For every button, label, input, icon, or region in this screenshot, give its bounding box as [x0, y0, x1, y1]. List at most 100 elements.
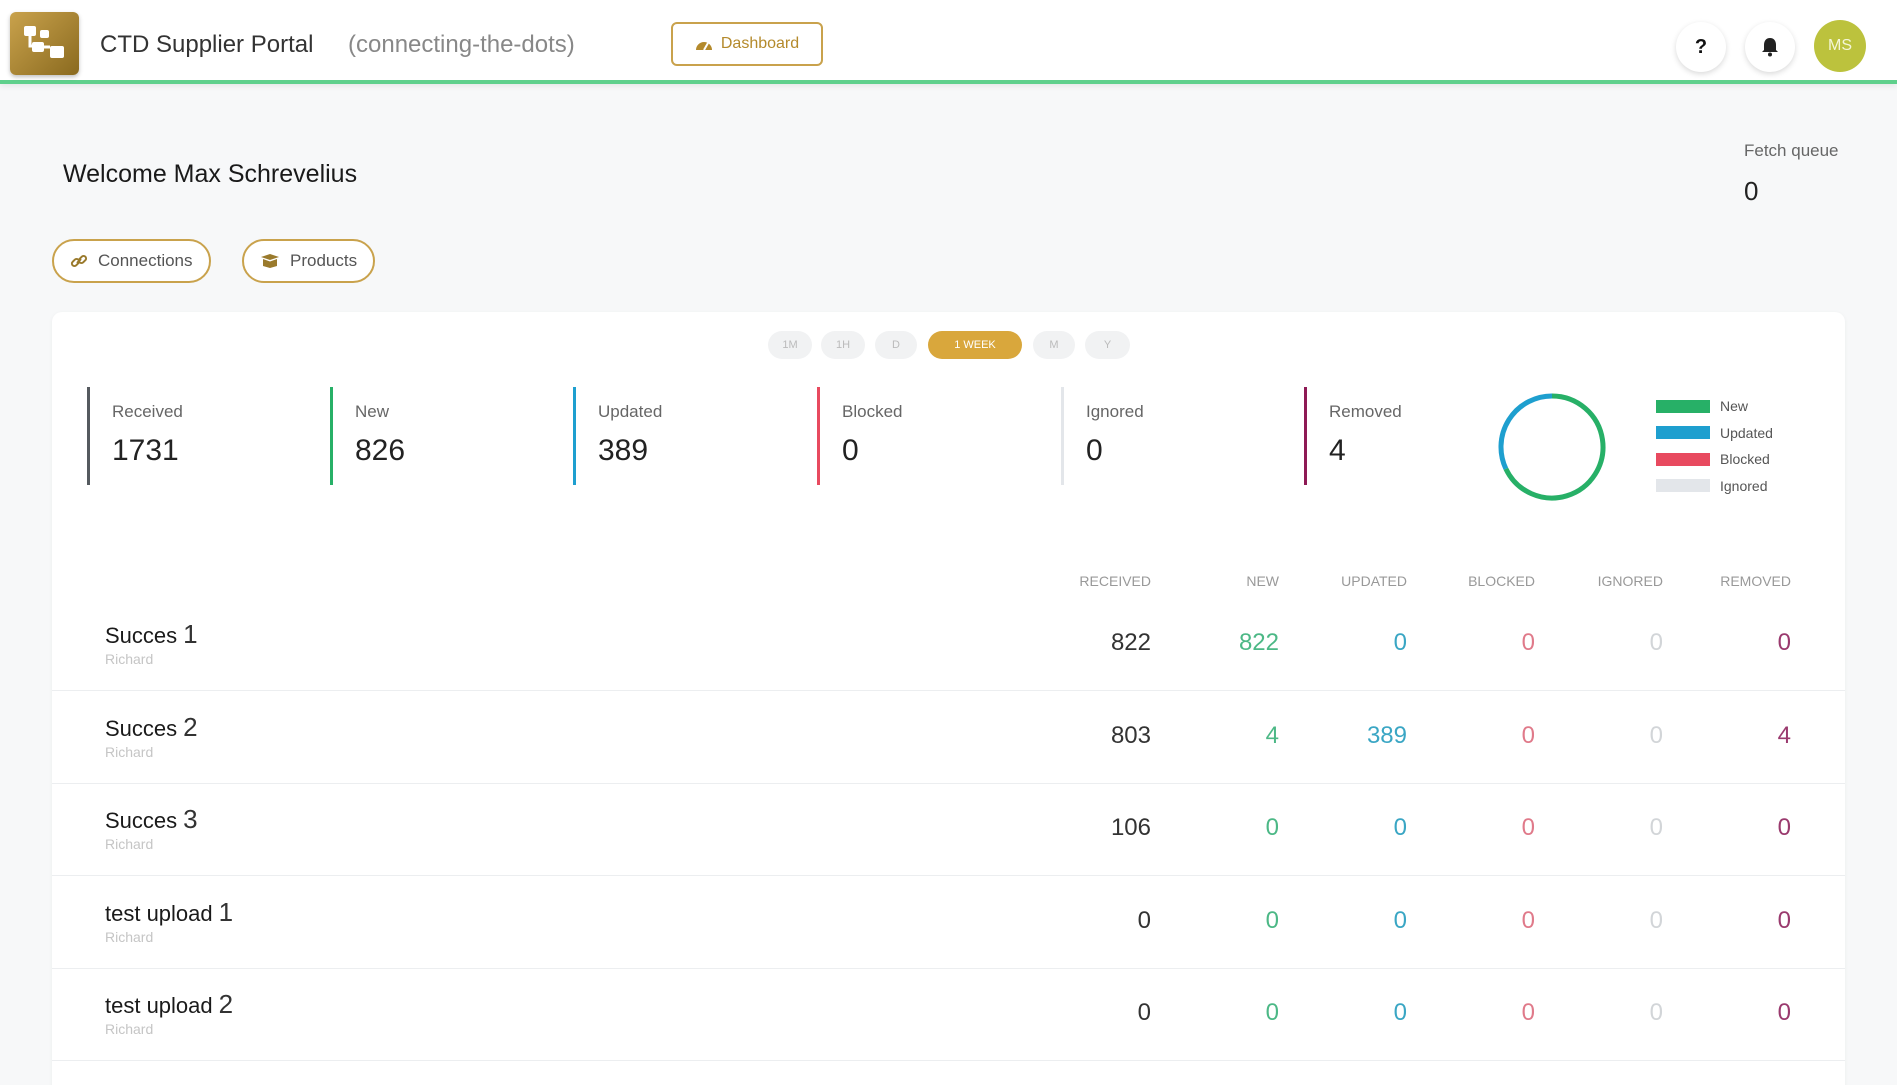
donut-segment-updated [1498, 393, 1553, 470]
column-header-new[interactable]: NEW [1159, 573, 1279, 589]
stat-label: New [355, 402, 390, 421]
cell-new: 0 [1265, 999, 1279, 1026]
row-name-number: 1 [218, 896, 234, 927]
stat-value: 4 [1329, 434, 1346, 467]
cell-updated: 0 [1393, 906, 1407, 934]
legend-item-ignored: Ignored [1656, 473, 1773, 500]
avatar[interactable]: MS [1814, 20, 1866, 72]
legend-label: Blocked [1720, 451, 1770, 468]
table-row[interactable]: test upload 2 Richard 0 0 0 0 0 0 [52, 969, 1845, 1061]
range-m[interactable]: M [1033, 331, 1075, 359]
dashboard-button[interactable]: Dashboard [671, 22, 823, 66]
logo-icon[interactable] [10, 12, 79, 75]
dashboard-label: Dashboard [720, 35, 800, 52]
cell-removed: 0 [1777, 814, 1791, 841]
range-y[interactable]: Y [1085, 331, 1130, 359]
column-header-blocked[interactable]: BLOCKED [1415, 573, 1535, 589]
column-header-ignored[interactable]: IGNORED [1543, 573, 1663, 589]
stat-value: 0 [1086, 434, 1103, 467]
row-owner: Richard [105, 836, 154, 852]
cell-new: 822 [1238, 629, 1279, 656]
table-row[interactable]: Succes 1 Richard 822 822 0 0 0 0 [52, 599, 1845, 691]
cell-updated: 0 [1393, 999, 1407, 1026]
table-row[interactable]: Succes 3 Richard 106 0 0 0 0 0 [52, 784, 1845, 876]
row-name-number: 2 [183, 711, 198, 742]
cell-ignored: 0 [1649, 629, 1663, 656]
range-d[interactable]: D [875, 331, 917, 359]
welcome-message: Welcome Max Schrevelius [63, 160, 358, 188]
fetch-queue-value: 0 [1744, 176, 1759, 206]
cell-updated: 389 [1366, 721, 1407, 749]
range-1m[interactable]: 1M [768, 331, 812, 359]
cell-removed: 0 [1777, 999, 1791, 1026]
app-title: CTD Supplier Portal [100, 31, 314, 58]
products-label: Products [290, 251, 358, 270]
bell-icon [1762, 38, 1778, 57]
cell-removed: 4 [1777, 721, 1791, 749]
legend-label: Ignored [1720, 477, 1768, 494]
row-name-text: test upload [105, 993, 213, 1018]
row-name-number: 3 [183, 804, 198, 834]
legend-label: Updated [1720, 424, 1773, 441]
cell-received: 0 [1137, 906, 1151, 934]
table-row[interactable]: Succes 2 Richard 803 4 389 0 0 4 [52, 692, 1845, 784]
stat-ignored: Ignored 0 [1061, 387, 1144, 485]
cell-new: 4 [1265, 721, 1279, 749]
cell-blocked: 0 [1521, 721, 1535, 749]
table-row[interactable]: test upload 1 Richard 0 0 0 0 0 0 [52, 877, 1845, 969]
stat-received: Received 1731 [87, 387, 183, 485]
cell-blocked: 0 [1521, 814, 1535, 841]
stat-value: 0 [842, 434, 859, 467]
connections-label: Connections [98, 251, 193, 270]
row-owner: Richard [105, 651, 154, 667]
donut-segment-new [1503, 393, 1606, 501]
cell-ignored: 0 [1649, 721, 1663, 749]
cell-received: 803 [1110, 721, 1151, 749]
cell-received: 106 [1110, 814, 1151, 841]
stat-blocked: Blocked 0 [817, 387, 902, 485]
stat-removed: Removed 4 [1304, 387, 1402, 485]
products-button[interactable]: Products [242, 239, 376, 283]
help-button[interactable]: ? [1676, 22, 1726, 72]
cell-updated: 0 [1393, 629, 1407, 656]
stat-label: Removed [1329, 402, 1402, 421]
cell-blocked: 0 [1521, 906, 1535, 934]
row-name: Succes 2 [105, 712, 198, 743]
legend-item-updated: Updated [1656, 420, 1773, 447]
row-name: test upload 2 [105, 989, 233, 1020]
stat-value: 389 [598, 434, 649, 467]
stat-label: Received [112, 402, 183, 421]
stat-new: New 826 [330, 387, 405, 485]
legend-label: New [1720, 398, 1749, 415]
stat-value: 1731 [112, 434, 179, 467]
avatar-initials: MS [1828, 37, 1852, 54]
row-owner: Richard [105, 743, 154, 760]
cell-updated: 0 [1393, 814, 1407, 841]
stat-updated: Updated 389 [573, 387, 662, 485]
cell-removed: 0 [1777, 629, 1791, 656]
column-header-received[interactable]: RECEIVED [1031, 573, 1151, 589]
range-1-week[interactable]: 1 WEEK [928, 331, 1022, 359]
legend-item-new: New [1656, 393, 1773, 420]
cell-blocked: 0 [1521, 629, 1535, 656]
column-header-updated[interactable]: UPDATED [1287, 573, 1407, 589]
range-1h[interactable]: 1H [821, 331, 865, 359]
fetch-queue-label: Fetch queue [1744, 141, 1839, 160]
stat-label: Blocked [842, 402, 903, 421]
stat-label: Updated [598, 402, 663, 421]
connections-button[interactable]: Connections [52, 239, 211, 283]
notifications-button[interactable] [1745, 22, 1795, 72]
cell-new: 0 [1265, 814, 1279, 841]
cell-received: 0 [1137, 999, 1151, 1026]
link-icon [70, 254, 88, 268]
row-name-number: 2 [218, 989, 234, 1019]
row-name-number: 1 [183, 619, 198, 649]
box-icon [261, 254, 279, 268]
donut-chart [1498, 393, 1606, 501]
row-name: Succes 1 [105, 619, 198, 650]
column-header-removed[interactable]: REMOVED [1671, 573, 1791, 589]
help-icon: ? [1694, 35, 1708, 58]
legend-swatch [1656, 426, 1710, 440]
legend-swatch [1656, 479, 1710, 493]
cell-received: 822 [1110, 629, 1151, 656]
